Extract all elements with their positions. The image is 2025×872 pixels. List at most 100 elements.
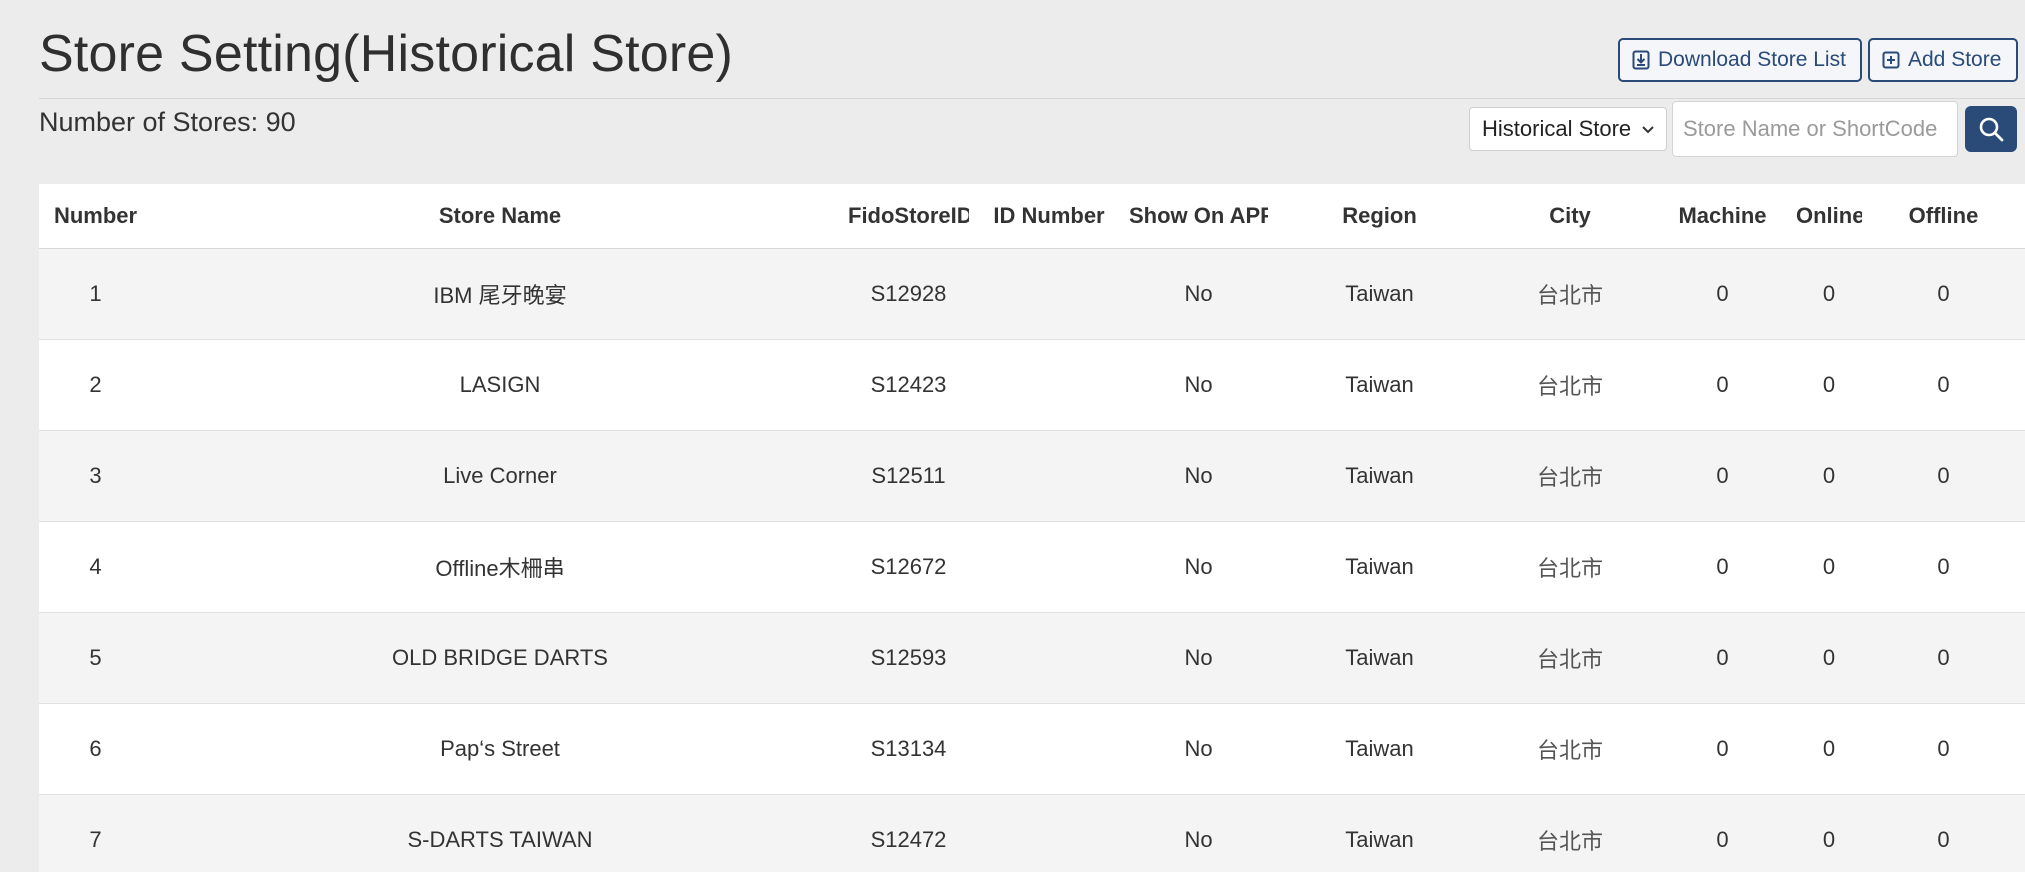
cell-show-on-app: No: [1129, 339, 1268, 431]
cell-show-on-app: No: [1129, 612, 1268, 704]
cell-offline: 0: [1862, 430, 2025, 522]
store-count: Number of Stores: 90: [39, 107, 296, 137]
cell-region: Taiwan: [1268, 430, 1491, 522]
table-row[interactable]: 5 OLD BRIDGE DARTS S12593 No Taiwan 台北市 …: [39, 612, 2025, 704]
cell-online: 0: [1796, 521, 1862, 613]
cell-show-on-app: No: [1129, 794, 1268, 872]
plus-square-icon: [1882, 51, 1900, 69]
cell-offline: 0: [1862, 612, 2025, 704]
cell-region: Taiwan: [1268, 339, 1491, 431]
column-header-number[interactable]: Number: [39, 184, 152, 249]
table-header-row: Number Store Name FidoStoreID ID Number …: [39, 184, 2025, 249]
cell-offline: 0: [1862, 703, 2025, 795]
store-type-selected: Historical Store: [1482, 116, 1632, 141]
cell-fido-store-id: S12593: [848, 612, 969, 704]
table-row[interactable]: 1 IBM 尾牙晚宴 S12928 No Taiwan 台北市 0 0 0: [39, 248, 2025, 340]
download-store-list-label: Download Store List: [1658, 48, 1846, 71]
add-store-label: Add Store: [1908, 48, 2002, 71]
cell-city: 台北市: [1491, 794, 1649, 872]
cell-id-number: [969, 430, 1129, 522]
cell-online: 0: [1796, 794, 1862, 872]
title-divider: [39, 98, 2025, 99]
cell-region: Taiwan: [1268, 794, 1491, 872]
cell-machine: 0: [1649, 248, 1796, 340]
cell-show-on-app: No: [1129, 521, 1268, 613]
column-header-fido-store-id[interactable]: FidoStoreID: [848, 184, 969, 249]
cell-number: 1: [39, 248, 152, 340]
cell-id-number: [969, 794, 1129, 872]
search-icon: [1979, 117, 2004, 142]
cell-number: 2: [39, 339, 152, 431]
cell-region: Taiwan: [1268, 612, 1491, 704]
cell-machine: 0: [1649, 430, 1796, 522]
add-store-button[interactable]: Add Store: [1868, 38, 2018, 82]
table-row[interactable]: 7 S-DARTS TAIWAN S12472 No Taiwan 台北市 0 …: [39, 794, 2025, 872]
cell-city: 台北市: [1491, 612, 1649, 704]
cell-machine: 0: [1649, 612, 1796, 704]
cell-id-number: [969, 521, 1129, 613]
column-header-id-number[interactable]: ID Number: [969, 184, 1129, 249]
cell-show-on-app: No: [1129, 248, 1268, 340]
store-type-select[interactable]: Historical Store: [1469, 107, 1667, 151]
cell-region: Taiwan: [1268, 248, 1491, 340]
store-table-container: Number Store Name FidoStoreID ID Number …: [39, 184, 2025, 872]
cell-region: Taiwan: [1268, 703, 1491, 795]
cell-id-number: [969, 248, 1129, 340]
cell-online: 0: [1796, 703, 1862, 795]
column-header-show-on-app[interactable]: Show On APP: [1129, 184, 1268, 249]
cell-number: 5: [39, 612, 152, 704]
cell-number: 6: [39, 703, 152, 795]
cell-machine: 0: [1649, 521, 1796, 613]
cell-store-name[interactable]: Pap‘s Street: [152, 703, 848, 795]
store-table: Number Store Name FidoStoreID ID Number …: [39, 184, 2025, 872]
cell-store-name[interactable]: LASIGN: [152, 339, 848, 431]
column-header-offline[interactable]: Offline: [1862, 184, 2025, 249]
cell-region: Taiwan: [1268, 521, 1491, 613]
cell-city: 台北市: [1491, 521, 1649, 613]
download-icon: [1632, 50, 1650, 70]
cell-offline: 0: [1862, 521, 2025, 613]
cell-id-number: [969, 612, 1129, 704]
column-header-machine[interactable]: Machine: [1649, 184, 1796, 249]
page-title: Store Setting(Historical Store): [39, 25, 734, 83]
cell-offline: 0: [1862, 794, 2025, 872]
table-row[interactable]: 6 Pap‘s Street S13134 No Taiwan 台北市 0 0 …: [39, 703, 2025, 795]
cell-fido-store-id: S12423: [848, 339, 969, 431]
cell-store-name[interactable]: OLD BRIDGE DARTS: [152, 612, 848, 704]
cell-online: 0: [1796, 612, 1862, 704]
cell-store-name[interactable]: Live Corner: [152, 430, 848, 522]
cell-online: 0: [1796, 430, 1862, 522]
cell-number: 3: [39, 430, 152, 522]
column-header-city[interactable]: City: [1491, 184, 1649, 249]
cell-number: 7: [39, 794, 152, 872]
cell-offline: 0: [1862, 248, 2025, 340]
cell-offline: 0: [1862, 339, 2025, 431]
cell-fido-store-id: S12672: [848, 521, 969, 613]
cell-number: 4: [39, 521, 152, 613]
cell-machine: 0: [1649, 794, 1796, 872]
table-row[interactable]: 4 Offline木柵串 S12672 No Taiwan 台北市 0 0 0: [39, 521, 2025, 613]
cell-store-name[interactable]: S-DARTS TAIWAN: [152, 794, 848, 872]
column-header-online[interactable]: Online: [1796, 184, 1862, 249]
cell-city: 台北市: [1491, 339, 1649, 431]
cell-city: 台北市: [1491, 248, 1649, 340]
table-row[interactable]: 3 Live Corner S12511 No Taiwan 台北市 0 0 0: [39, 430, 2025, 522]
page: Store Setting(Historical Store) Download…: [0, 0, 2025, 872]
search-input[interactable]: [1672, 101, 1958, 157]
cell-id-number: [969, 339, 1129, 431]
cell-id-number: [969, 703, 1129, 795]
cell-machine: 0: [1649, 703, 1796, 795]
column-header-region[interactable]: Region: [1268, 184, 1491, 249]
cell-machine: 0: [1649, 339, 1796, 431]
cell-store-name[interactable]: Offline木柵串: [152, 521, 848, 613]
cell-city: 台北市: [1491, 430, 1649, 522]
table-row[interactable]: 2 LASIGN S12423 No Taiwan 台北市 0 0 0: [39, 339, 2025, 431]
cell-online: 0: [1796, 339, 1862, 431]
cell-online: 0: [1796, 248, 1862, 340]
download-store-list-button[interactable]: Download Store List: [1618, 38, 1862, 82]
cell-show-on-app: No: [1129, 703, 1268, 795]
search-button[interactable]: [1965, 106, 2017, 152]
cell-store-name[interactable]: IBM 尾牙晚宴: [152, 248, 848, 340]
column-header-store-name[interactable]: Store Name: [152, 184, 848, 249]
cell-fido-store-id: S12928: [848, 248, 969, 340]
